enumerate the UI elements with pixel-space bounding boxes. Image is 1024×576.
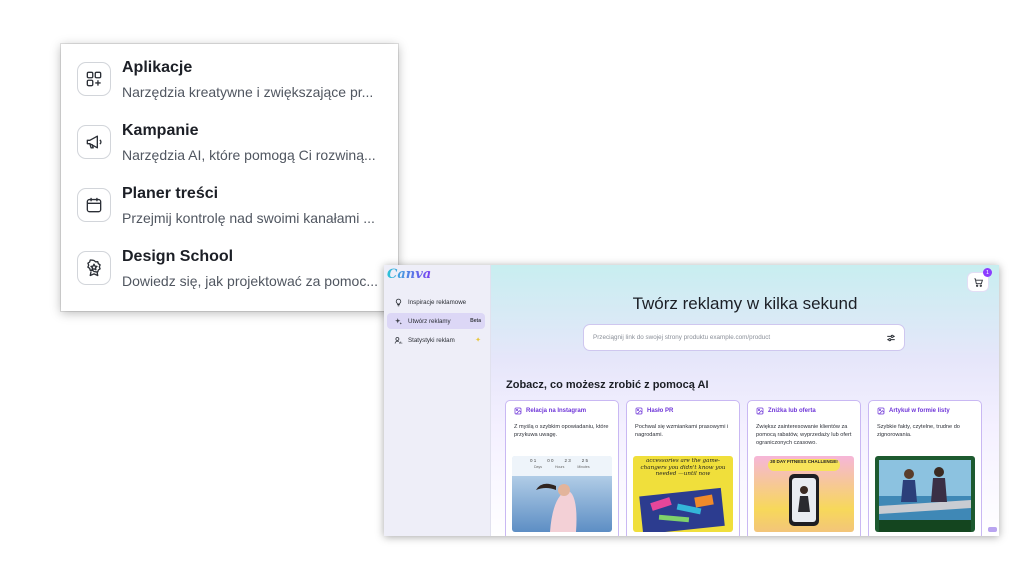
cart-icon: [973, 277, 983, 287]
card-title-row: Relacja na Instagram: [514, 407, 586, 415]
image-icon: [877, 407, 885, 415]
search-placeholder: Przeciągnij link do swojej strony produk…: [593, 334, 771, 341]
sidebar: Canva Inspiracje reklamowe Utwórz reklam…: [384, 265, 491, 536]
card-description: Pochwal się wzmiankami prasowymi i nagro…: [635, 424, 729, 438]
pr-slogan-thumbnail: accessories are the game-changers you di…: [633, 456, 733, 532]
menu-item-campaigns[interactable]: Kampanie Narzędzia AI, które pomogą Ci r…: [75, 114, 393, 170]
card-title-row: Hasło PR: [635, 407, 673, 415]
sidebar-item-ad-inspiration[interactable]: Inspiracje reklamowe: [387, 294, 485, 310]
badge-icon: [77, 251, 111, 285]
countdown-timer: 0 1 0 0 2 3 2 5: [530, 458, 588, 463]
page-title: Twórz reklamy w kilka sekund: [632, 294, 858, 313]
card-title: Artykuł w formie listy: [889, 408, 950, 414]
countdown-labels: Days Hours Minutes: [534, 465, 590, 469]
menu-item-subtitle: Przejmij kontrolę nad swoimi kanałami ..…: [122, 210, 375, 226]
instagram-story-thumbnail: 0 1 0 0 2 3 2 5 Days Hours Minutes: [512, 456, 612, 532]
image-icon: [514, 407, 522, 415]
card-title: Hasło PR: [647, 408, 674, 414]
beta-badge: Beta: [470, 318, 481, 324]
countdown-value: 0 1: [530, 458, 537, 463]
sparkle-icon: [395, 317, 402, 324]
menu-item-content-planner[interactable]: Planer treści Przejmij kontrolę nad swoi…: [75, 177, 393, 233]
menu-item-design-school[interactable]: Design School Dowiedz się, jak projektow…: [75, 240, 393, 296]
sidebar-item-create-ads[interactable]: Utwórz reklamy Beta: [387, 313, 485, 329]
discount-offer-thumbnail: 30 DAY FITNESS CHALLENGE!: [754, 456, 854, 532]
section-title: Zobacz, co możesz zrobić z pomocą AI: [506, 379, 709, 391]
template-card-pr-slogan[interactable]: Hasło PR Pochwal się wzmiankami prasowym…: [626, 400, 740, 536]
card-description: Szybkie fakty, czytelne, trudne do zigno…: [877, 424, 960, 438]
settings-sliders-icon[interactable]: [886, 333, 896, 343]
canva-logo[interactable]: Canva: [387, 267, 431, 282]
card-title: Relacja na Instagram: [526, 408, 587, 414]
lightbulb-icon: [395, 298, 402, 306]
menu-item-subtitle: Dowiedz się, jak projektować za pomoc...: [122, 273, 378, 289]
menu-item-title: Planer treści: [122, 185, 219, 202]
apps-icon: [77, 62, 111, 96]
megaphone-icon: [77, 125, 111, 159]
menu-item-apps[interactable]: Aplikacje Narzędzia kreatywne i zwiększa…: [75, 51, 393, 107]
user-chart-icon: [394, 336, 403, 344]
menu-item-subtitle: Narzędzia kreatywne i zwiększające pr...: [122, 84, 374, 100]
scrollbar[interactable]: [988, 527, 997, 532]
card-title-row: Zniżka lub oferta: [756, 407, 816, 415]
calendar-icon: [77, 188, 111, 222]
menu-item-title: Kampanie: [122, 122, 199, 139]
countdown-value: 2 5: [581, 458, 589, 463]
product-link-input[interactable]: Przeciągnij link do swojej strony produk…: [583, 324, 905, 351]
card-title-row: Artykuł w formie listy: [877, 407, 950, 415]
card-title: Zniżka lub oferta: [768, 408, 816, 414]
menu-item-title: Design School: [122, 248, 234, 265]
sidebar-item-label: Statystyki reklam: [408, 336, 455, 344]
sidebar-item-label: Utwórz reklamy: [408, 317, 451, 325]
main-content: 1 Twórz reklamy w kilka sekund Przeciągn…: [491, 265, 999, 536]
countdown-label: Hours: [554, 465, 565, 469]
template-card-discount-offer[interactable]: Zniżka lub oferta Zwiększ zainteresowani…: [747, 400, 861, 536]
image-icon: [756, 407, 764, 415]
sidebar-item-label: Inspiracje reklamowe: [408, 298, 467, 306]
card-description: Zwiększ zainteresowanie klientów za pomo…: [756, 424, 852, 446]
countdown-value: 2 3: [564, 458, 571, 463]
listicle-thumbnail: [875, 456, 975, 532]
premium-star-icon: ✦: [475, 337, 481, 344]
template-card-instagram-story[interactable]: Relacja na Instagram Z myślą o szybkim o…: [505, 400, 619, 536]
sidebar-item-ad-statistics[interactable]: Statystyki reklam ✦: [387, 332, 485, 348]
countdown-value: 0 0: [547, 458, 554, 463]
card-description: Z myślą o szybkim opowiadaniu, które prz…: [514, 424, 609, 438]
countdown-label: Minutes: [577, 465, 590, 469]
menu-item-subtitle: Narzędzia AI, które pomogą Ci rozwiną...: [122, 147, 376, 163]
menu-item-title: Aplikacje: [122, 59, 193, 76]
canva-ads-window: Canva Inspiracje reklamowe Utwórz reklam…: [384, 265, 999, 536]
cart-count-badge: 1: [983, 268, 992, 277]
dropdown-menu: Aplikacje Narzędzia kreatywne i zwiększa…: [61, 44, 398, 311]
image-icon: [635, 407, 643, 415]
template-card-listicle-article[interactable]: Artykuł w formie listy Szybkie fakty, cz…: [868, 400, 982, 536]
countdown-label: Days: [534, 465, 542, 469]
